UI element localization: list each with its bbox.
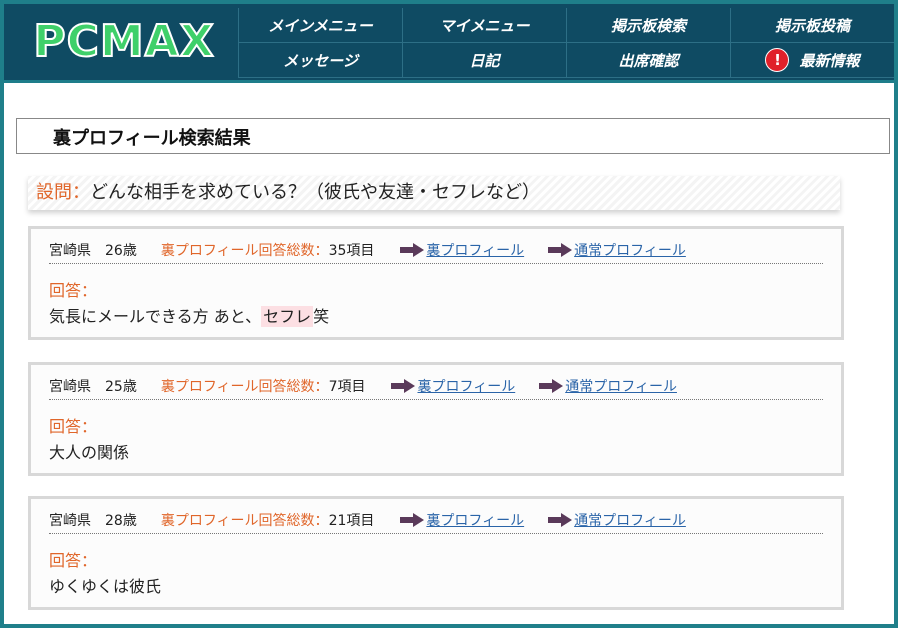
answer-highlight: セフレ bbox=[261, 306, 314, 327]
result-card: 宮崎県 26歳 裏プロフィール回答総数： 35項目 裏プロフィール 通常プロフィ… bbox=[28, 226, 844, 340]
ura-profile-link-label: 裏プロフィール bbox=[426, 243, 525, 259]
question-label: 設問： bbox=[36, 182, 90, 203]
header: PCMAX メインメニュー マイメニュー 掲示板検索 掲示板投稿 メッセージ 日… bbox=[4, 4, 894, 83]
nav-label: メインメニュー bbox=[268, 16, 373, 35]
result-card: 宮崎県 28歳 裏プロフィール回答総数： 21項目 裏プロフィール 通常プロフィ… bbox=[28, 496, 844, 610]
logo[interactable]: PCMAX bbox=[10, 8, 238, 74]
answer-text: ゆくゆくは彼氏 bbox=[49, 573, 161, 597]
normal-profile-link-label: 通常プロフィール bbox=[574, 513, 686, 529]
ura-profile-link[interactable]: 裏プロフィール bbox=[400, 510, 524, 530]
ura-profile-link-label: 裏プロフィール bbox=[417, 379, 516, 395]
ura-profile-link[interactable]: 裏プロフィール bbox=[400, 240, 524, 260]
nav-diary[interactable]: 日記 bbox=[402, 43, 566, 78]
answer-count: 35項目 bbox=[328, 243, 375, 259]
answer-text-part: 笑 bbox=[313, 307, 330, 326]
nav-label: 出席確認 bbox=[618, 51, 679, 70]
logo-text: PCMAX bbox=[32, 15, 215, 68]
arrow-right-icon bbox=[391, 379, 416, 393]
nav-grid: メインメニュー マイメニュー 掲示板検索 掲示板投稿 メッセージ 日記 出席確認… bbox=[238, 8, 894, 78]
answer-count: 21項目 bbox=[328, 513, 375, 529]
result-header: 宮崎県 26歳 裏プロフィール回答総数： 35項目 裏プロフィール 通常プロフィ… bbox=[49, 237, 823, 264]
arrow-right-icon bbox=[400, 243, 425, 257]
answer-count-label: 裏プロフィール回答総数： bbox=[160, 379, 329, 395]
nav-label: マイメニュー bbox=[439, 16, 530, 35]
page-title-box: 裏プロフィール検索結果 bbox=[16, 118, 890, 154]
page-frame: PCMAX メインメニュー マイメニュー 掲示板検索 掲示板投稿 メッセージ 日… bbox=[2, 2, 896, 626]
nav-my-menu[interactable]: マイメニュー bbox=[402, 8, 566, 43]
question-banner: 設問：どんな相手を求めている？（彼氏や友達・セフレなど） bbox=[28, 176, 840, 210]
nav-message[interactable]: メッセージ bbox=[238, 43, 402, 78]
prefecture: 宮崎県 bbox=[49, 513, 91, 529]
answer-label: 回答： bbox=[49, 417, 98, 436]
answer-label: 回答： bbox=[49, 281, 98, 300]
nav-attendance[interactable]: 出席確認 bbox=[566, 43, 730, 78]
page-title: 裏プロフィール検索結果 bbox=[53, 128, 251, 149]
arrow-right-icon bbox=[539, 379, 564, 393]
age: 28歳 bbox=[105, 513, 137, 529]
answer-label: 回答： bbox=[49, 551, 98, 570]
ura-profile-link-label: 裏プロフィール bbox=[426, 513, 525, 529]
question-text: どんな相手を求めている？（彼氏や友達・セフレなど） bbox=[90, 182, 540, 203]
answer-count: 7項目 bbox=[328, 379, 366, 395]
normal-profile-link-label: 通常プロフィール bbox=[565, 379, 677, 395]
arrow-right-icon bbox=[548, 513, 573, 527]
result-header: 宮崎県 28歳 裏プロフィール回答総数： 21項目 裏プロフィール 通常プロフィ… bbox=[49, 507, 823, 534]
nav-label: 掲示板投稿 bbox=[774, 16, 850, 35]
result-header: 宮崎県 25歳 裏プロフィール回答総数： 7項目 裏プロフィール 通常プロフィー… bbox=[49, 373, 823, 400]
age: 26歳 bbox=[105, 243, 137, 259]
answer-text-part: 気長にメールできる方 あと、 bbox=[49, 307, 262, 326]
prefecture: 宮崎県 bbox=[49, 243, 91, 259]
normal-profile-link-label: 通常プロフィール bbox=[574, 243, 686, 259]
answer-text-part: ゆくゆくは彼氏 bbox=[49, 577, 162, 596]
nav-label: 日記 bbox=[469, 51, 500, 70]
normal-profile-link[interactable]: 通常プロフィール bbox=[548, 510, 686, 530]
answer-count-label: 裏プロフィール回答総数： bbox=[160, 243, 329, 259]
answer-count-label: 裏プロフィール回答総数： bbox=[160, 513, 329, 529]
nav-main-menu[interactable]: メインメニュー bbox=[238, 8, 402, 43]
arrow-right-icon bbox=[400, 513, 425, 527]
nav-board-search[interactable]: 掲示板検索 bbox=[566, 8, 730, 43]
nav-board-post[interactable]: 掲示板投稿 bbox=[730, 8, 894, 43]
answer-text: 大人の関係 bbox=[49, 439, 129, 463]
answer-text: 気長にメールできる方 あと、 セフレ笑 bbox=[49, 303, 329, 327]
ura-profile-link[interactable]: 裏プロフィール bbox=[391, 376, 515, 396]
normal-profile-link[interactable]: 通常プロフィール bbox=[548, 240, 686, 260]
nav-label: 掲示板検索 bbox=[610, 16, 686, 35]
age: 25歳 bbox=[105, 379, 137, 395]
normal-profile-link[interactable]: 通常プロフィール bbox=[539, 376, 677, 396]
result-card: 宮崎県 25歳 裏プロフィール回答総数： 7項目 裏プロフィール 通常プロフィー… bbox=[28, 362, 844, 476]
nav-label: 最新情報 bbox=[799, 51, 860, 70]
answer-text-part: 大人の関係 bbox=[49, 443, 130, 462]
arrow-right-icon bbox=[548, 243, 573, 257]
prefecture: 宮崎県 bbox=[49, 379, 91, 395]
nav-label: メッセージ bbox=[283, 51, 358, 70]
nav-latest-info[interactable]: ! 最新情報 bbox=[730, 43, 894, 78]
alert-icon: ! bbox=[765, 48, 790, 72]
